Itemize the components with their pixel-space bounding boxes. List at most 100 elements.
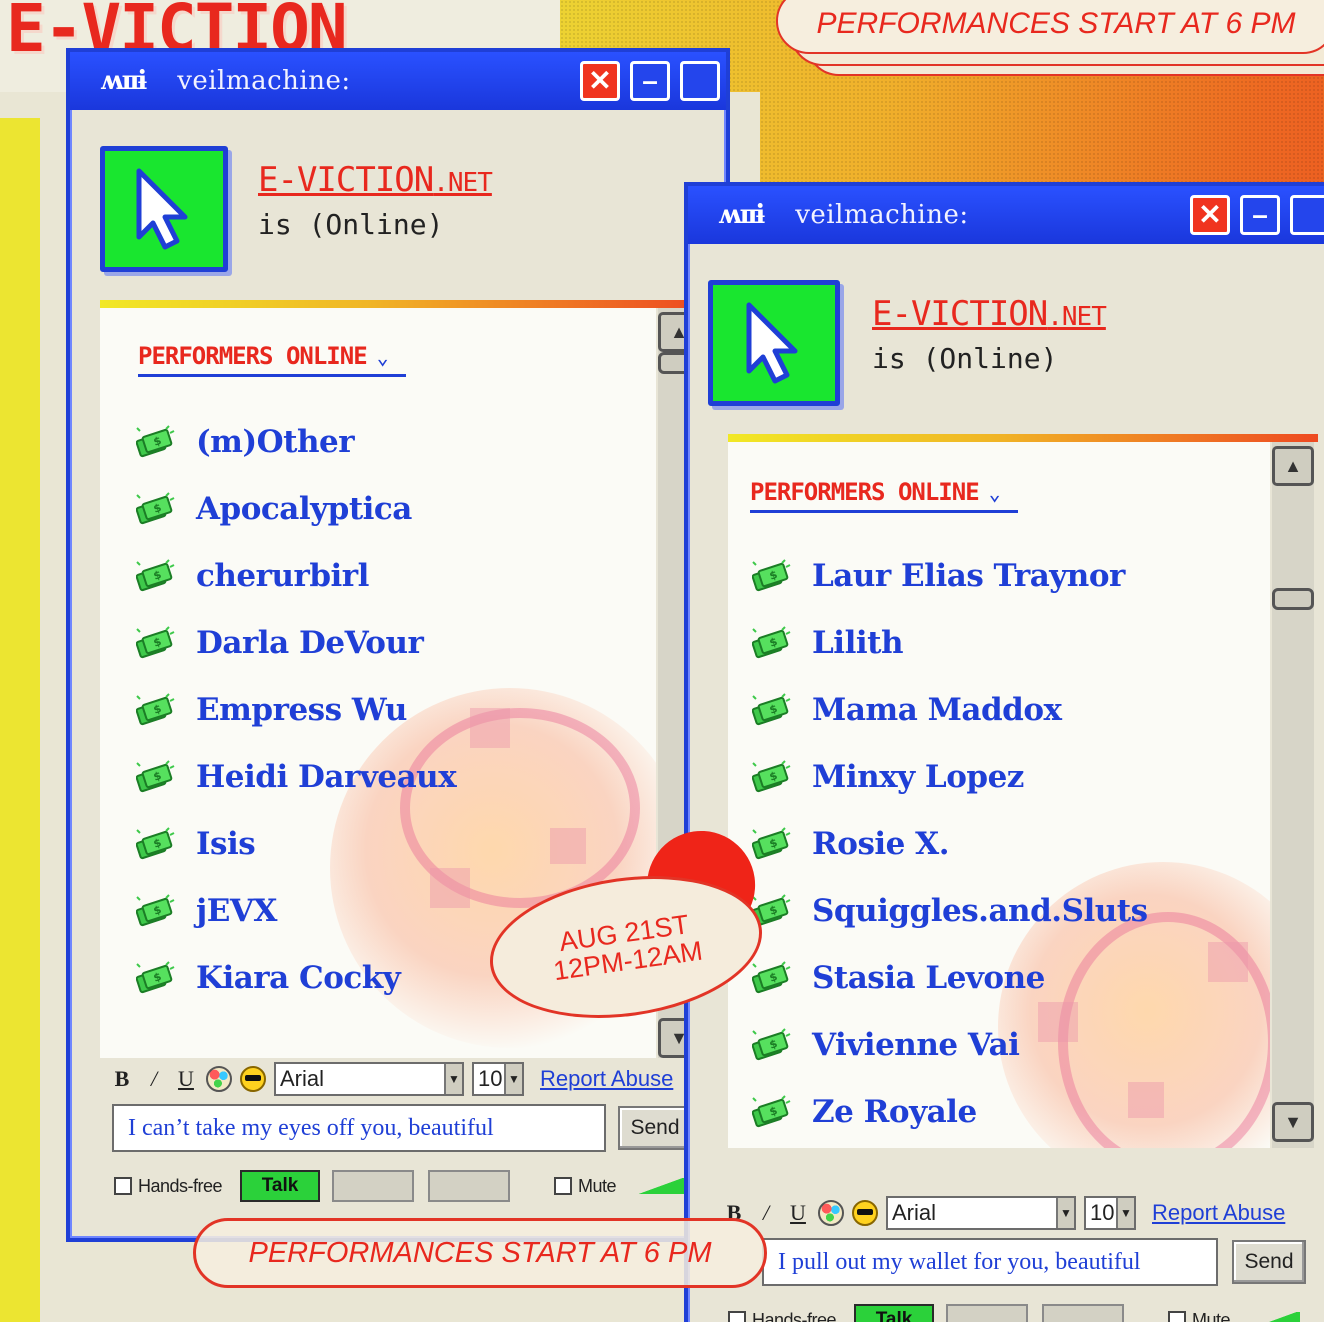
- money-icon: $: [752, 1027, 791, 1060]
- underline-button[interactable]: U: [174, 1066, 198, 1092]
- volume-meter: [1248, 1312, 1301, 1322]
- chevron-down-icon: ⌄: [988, 481, 1001, 505]
- performer-item[interactable]: $ Mama Maddox: [752, 676, 1148, 743]
- voice-controls: Hands-free Talk Mute: [728, 1302, 1318, 1322]
- voice-button-2[interactable]: [332, 1170, 415, 1202]
- site-link[interactable]: E-VICTION.NET: [258, 160, 493, 200]
- money-icon: $: [752, 759, 791, 792]
- mute-label: Mute: [1192, 1309, 1231, 1322]
- scrollbar[interactable]: ▲ ▼: [1272, 442, 1314, 1148]
- minimize-button[interactable]: –: [630, 61, 670, 101]
- minimize-button[interactable]: –: [1240, 195, 1280, 235]
- hands-free-checkbox[interactable]: [114, 1177, 132, 1195]
- close-button[interactable]: ✕: [580, 61, 620, 101]
- message-input[interactable]: I pull out my wallet for you, beautiful: [762, 1238, 1218, 1286]
- performer-item[interactable]: $ Laur Elias Traynor: [752, 542, 1148, 609]
- hands-free-label: Hands-free: [138, 1175, 223, 1196]
- underline-button[interactable]: U: [786, 1200, 810, 1226]
- talk-button[interactable]: Talk: [854, 1304, 935, 1322]
- performer-item[interactable]: $ Stasia Levone: [752, 944, 1148, 1011]
- performer-name: Lilith: [812, 624, 903, 661]
- performer-item[interactable]: $ Heidi Darveaux: [136, 743, 457, 810]
- performers-online-header[interactable]: PERFORMERS ONLINE ⌄: [750, 478, 1018, 513]
- titlebar[interactable]: ʍɪɪɨ veilmachine: ✕ –: [688, 186, 1324, 244]
- site-name: E-VICTION: [872, 294, 1048, 334]
- chevron-down-icon: ▼: [444, 1064, 462, 1094]
- performer-item[interactable]: $ Apocalyptica: [136, 475, 456, 542]
- money-icon: $: [136, 759, 175, 792]
- performer-name: Squiggles.and.Sluts: [812, 892, 1148, 929]
- scroll-up-button[interactable]: ▲: [1272, 446, 1314, 486]
- top-banner: PERFORMANCES START AT 6 PM: [776, 0, 1324, 54]
- performer-item[interactable]: $ Empress Wu: [136, 676, 456, 743]
- voice-button-3[interactable]: [428, 1170, 511, 1202]
- performer-item[interactable]: $ Darla DeVour: [136, 609, 456, 676]
- performer-item[interactable]: $ Rosie X.: [752, 810, 1148, 877]
- performer-name: Empress Wu: [196, 691, 407, 728]
- performers-online-header[interactable]: PERFORMERS ONLINE ⌄: [138, 342, 406, 377]
- performer-name: Laur Elias Traynor: [812, 557, 1125, 594]
- report-abuse-link[interactable]: Report Abuse: [1152, 1200, 1285, 1226]
- performer-list: $ (m)Other $ Apocalyptica $ cherurbirl $…: [136, 408, 457, 1011]
- avatar: [100, 146, 228, 272]
- performer-name: Minxy Lopez: [812, 758, 1024, 795]
- pixel-block: [550, 828, 586, 864]
- bottom-banner: PERFORMANCES START AT 6 PM: [193, 1218, 767, 1288]
- window-title: veilmachine:: [177, 66, 351, 96]
- app-logo: ʍɪɪɨ: [718, 200, 765, 230]
- performer-item[interactable]: $ jEVX: [136, 877, 456, 944]
- performer-name: (m)Other: [196, 423, 355, 460]
- mute-checkbox[interactable]: [554, 1177, 573, 1195]
- performer-item[interactable]: $ Kiara Cocky: [136, 944, 456, 1011]
- hands-free-label: Hands-free: [752, 1309, 837, 1322]
- message-input[interactable]: I can’t take my eyes off you, beautiful: [112, 1104, 606, 1152]
- cursor-icon: [746, 302, 798, 384]
- size-value: 10: [478, 1066, 503, 1091]
- online-status: is (Online): [258, 208, 444, 241]
- voice-button-3[interactable]: [1042, 1304, 1125, 1322]
- palette-icon[interactable]: [206, 1066, 232, 1092]
- font-value: Arial: [892, 1200, 937, 1225]
- money-icon: $: [752, 692, 791, 725]
- performer-item[interactable]: $ (m)Other: [136, 408, 456, 475]
- size-select[interactable]: 10 ▼: [472, 1062, 524, 1096]
- sunglasses-icon[interactable]: [852, 1200, 878, 1226]
- italic-button[interactable]: /: [142, 1066, 166, 1092]
- sunglasses-icon[interactable]: [240, 1066, 266, 1092]
- size-select[interactable]: 10 ▼: [1084, 1196, 1136, 1230]
- performer-item[interactable]: $ Lilith: [752, 609, 1148, 676]
- maximize-button[interactable]: [1290, 195, 1324, 235]
- italic-button[interactable]: /: [754, 1200, 778, 1226]
- titlebar[interactable]: ʍɪɪɨ veilmachine: ✕ –: [70, 52, 726, 110]
- send-button[interactable]: Send: [618, 1106, 692, 1150]
- hands-free-checkbox[interactable]: [728, 1311, 746, 1322]
- send-button[interactable]: Send: [1232, 1240, 1306, 1284]
- scroll-down-button[interactable]: ▼: [1272, 1102, 1314, 1142]
- font-select[interactable]: Arial ▼: [274, 1062, 464, 1096]
- close-button[interactable]: ✕: [1190, 195, 1230, 235]
- volume-meter: [634, 1178, 687, 1194]
- palette-icon[interactable]: [818, 1200, 844, 1226]
- mute-checkbox[interactable]: [1168, 1311, 1187, 1322]
- maximize-button[interactable]: [680, 61, 720, 101]
- report-abuse-link[interactable]: Report Abuse: [540, 1066, 673, 1092]
- performer-name: Vivienne Vai: [812, 1026, 1020, 1063]
- performer-list: $ Laur Elias Traynor $ Lilith $ Mama Mad…: [752, 542, 1148, 1145]
- performer-item[interactable]: $ Squiggles.and.Sluts: [752, 877, 1148, 944]
- money-icon: $: [136, 960, 175, 993]
- performer-item[interactable]: $ Ze Royale: [752, 1078, 1148, 1145]
- font-select[interactable]: Arial ▼: [886, 1196, 1076, 1230]
- chevron-down-icon: ▼: [1056, 1198, 1074, 1228]
- money-icon: $: [136, 826, 175, 859]
- talk-button[interactable]: Talk: [240, 1170, 321, 1202]
- performer-name: Heidi Darveaux: [196, 758, 457, 795]
- performer-item[interactable]: $ Isis: [136, 810, 456, 877]
- scroll-thumb[interactable]: [1272, 588, 1314, 610]
- list-top-strip: [100, 300, 700, 308]
- bold-button[interactable]: B: [110, 1066, 134, 1092]
- performer-item[interactable]: $ Minxy Lopez: [752, 743, 1148, 810]
- voice-button-2[interactable]: [946, 1304, 1029, 1322]
- performer-item[interactable]: $ Vivienne Vai: [752, 1011, 1148, 1078]
- performer-item[interactable]: $ cherurbirl: [136, 542, 456, 609]
- site-link[interactable]: E-VICTION.NET: [872, 294, 1107, 334]
